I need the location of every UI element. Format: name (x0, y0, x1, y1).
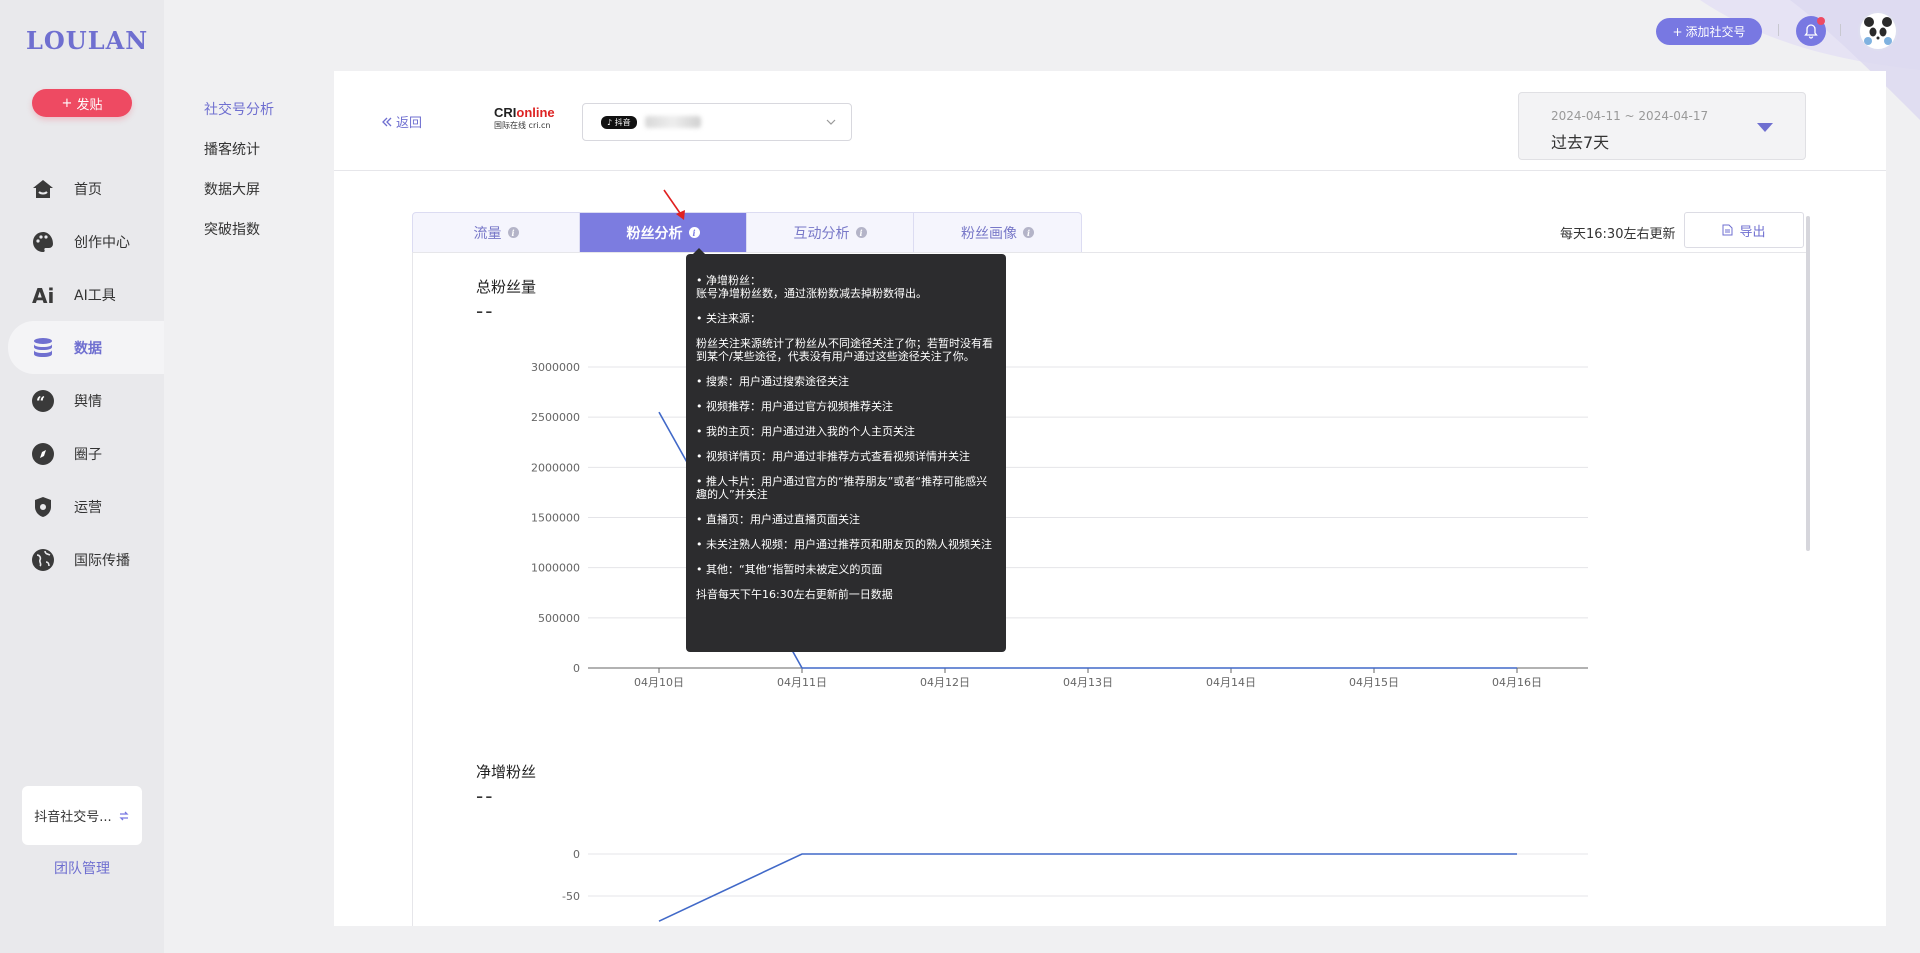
sidebar-item-label: 国际传播 (74, 552, 130, 569)
y-tick-label: -50 (562, 890, 580, 903)
palette-icon (30, 229, 56, 255)
divider (1778, 24, 1779, 36)
tooltip-line: 粉丝关注来源统计了粉丝从不同途径关注了你；若暂时没有看到某个/某些途径，代表没有… (696, 337, 993, 363)
app-logo[interactable]: LOULAN (26, 26, 148, 55)
tooltip-line: • 关注来源： (696, 312, 761, 325)
tooltip-line: • 我的主页：用户通过进入我的个人主页关注 (696, 425, 915, 438)
sidebar-item-1[interactable]: 创作中心 (0, 215, 164, 268)
fans-analysis-tooltip: • 净增粉丝： 账号净增粉丝数，通过涨粉数减去掉粉数得出。 • 关注来源： 粉丝关注来… (686, 248, 1006, 652)
main-nav: 首页创作中心 Ai AI工具数据 “ 舆情圈子运营国际传播 (0, 162, 164, 586)
tooltip-block: • 未关注熟人视频：用户通过推荐页和朋友页的熟人视频关注 (696, 538, 997, 551)
sidebar-item-label: 运营 (74, 499, 102, 516)
tooltip-line: • 搜索：用户通过搜索途径关注 (696, 375, 849, 388)
sidebar: LOULAN + 发贴 首页创作中心 Ai AI工具数据 “ 舆情圈子运营国际传播 抖音… (0, 0, 164, 953)
svg-text:Ai: Ai (32, 284, 54, 307)
analysis-panel: 返回 CRIonline 国际在线 cri.cn ♪ 抖音 2024-04-11… (334, 71, 1886, 926)
red-arrow-annotation (663, 189, 685, 220)
avatar[interactable] (1858, 11, 1898, 51)
sidebar-item-label: 圈子 (74, 446, 102, 463)
bell-icon (1804, 23, 1818, 39)
tooltip-line: • 直播页：用户通过直播页面关注 (696, 513, 860, 526)
tooltip-block: 粉丝关注来源统计了粉丝从不同途径关注了你；若暂时没有看到某个/某些途径，代表没有… (696, 337, 997, 363)
secondary-nav: 社交号分析 播客统计 数据大屏 突破指数 (204, 100, 274, 260)
sidebar-item-label: 创作中心 (74, 234, 130, 251)
post-button-label: 发贴 (76, 97, 103, 113)
panda-avatar-icon (1864, 17, 1892, 46)
sidebar-item-0[interactable]: 首页 (0, 162, 164, 215)
tooltip-block: • 视频详情页：用户通过非推荐方式查看视频详情并关注 (696, 450, 997, 463)
sidebar-item-label: 首页 (74, 181, 102, 198)
tooltip-block: • 我的主页：用户通过进入我的个人主页关注 (696, 425, 997, 438)
plus-icon: + (1672, 24, 1683, 39)
tooltip-block: • 其他：“其他”指暂时未被定义的页面 (696, 563, 997, 576)
sidebar-item-label: 数据 (74, 340, 102, 357)
tooltip-line: 抖音每天下午16:30左右更新前一日数据 (696, 588, 893, 601)
y-tick-label: 0 (573, 848, 580, 861)
home-icon (30, 176, 56, 202)
svg-text:“: “ (36, 393, 45, 412)
subnav-item-2[interactable]: 数据大屏 (204, 180, 274, 220)
tooltip-line: • 未关注熟人视频：用户通过推荐页和朋友页的熟人视频关注 (696, 538, 992, 551)
tooltip-block: • 推人卡片：用户通过官方的“推荐朋友”或者“推荐可能感兴趣的人”并关注 (696, 475, 997, 501)
plus-icon: + (61, 95, 73, 111)
tooltip-block: • 搜索：用户通过搜索途径关注 (696, 375, 997, 388)
tooltip-block: • 视频推荐：用户通过官方视频推荐关注 (696, 400, 997, 413)
compass-icon (30, 441, 56, 467)
series-line (658, 853, 1517, 922)
sidebar-item-5[interactable]: 圈子 (0, 427, 164, 480)
sidebar-item-2[interactable]: Ai AI工具 (0, 268, 164, 321)
notification-dot (1817, 17, 1825, 25)
sidebar-item-7[interactable]: 国际传播 (0, 533, 164, 586)
tooltip-line: • 推人卡片：用户通过官方的“推荐朋友”或者“推荐可能感兴趣的人”并关注 (696, 475, 988, 501)
account-name: 抖音社交号... (34, 810, 112, 825)
tooltip-block: 抖音每天下午16:30左右更新前一日数据 (696, 588, 997, 601)
add-account-label: 添加社交号 (1685, 25, 1746, 39)
tooltip-block: • 直播页：用户通过直播页面关注 (696, 513, 997, 526)
team-management-link[interactable]: 团队管理 (0, 858, 164, 878)
sidebar-item-label: 舆情 (74, 393, 102, 410)
quote-icon: “ (30, 388, 56, 414)
database-icon (30, 335, 56, 361)
tooltip-block: • 净增粉丝： 账号净增粉丝数，通过涨粉数减去掉粉数得出。 (696, 274, 997, 300)
divider (1840, 24, 1841, 36)
ai-icon: Ai (30, 282, 56, 308)
subnav-item-1[interactable]: 播客统计 (204, 140, 274, 180)
notification-button[interactable] (1796, 16, 1826, 46)
account-switcher[interactable]: 抖音社交号... (22, 786, 142, 845)
tooltip-block: • 关注来源： (696, 312, 997, 325)
tooltip-line: • 净增粉丝： (696, 274, 761, 287)
sidebar-item-4[interactable]: “ 舆情 (0, 374, 164, 427)
subnav-item-3[interactable]: 突破指数 (204, 220, 274, 260)
sidebar-item-6[interactable]: 运营 (0, 480, 164, 533)
tooltip-line: 账号净增粉丝数，通过涨粉数减去掉粉数得出。 (696, 287, 927, 300)
sidebar-item-3[interactable]: 数据 (8, 321, 164, 374)
operations-icon (30, 494, 56, 520)
tooltip-line: • 其他：“其他”指暂时未被定义的页面 (696, 563, 883, 576)
globe-icon (30, 547, 56, 573)
switch-icon (119, 811, 129, 820)
tooltip-line: • 视频推荐：用户通过官方视频推荐关注 (696, 400, 893, 413)
post-button[interactable]: + 发贴 (32, 89, 132, 117)
add-account-button[interactable]: + 添加社交号 (1656, 18, 1762, 45)
net-fans-chart: 0 -50 (562, 848, 1588, 922)
sidebar-item-label: AI工具 (74, 287, 116, 304)
tooltip-line: • 视频详情页：用户通过非推荐方式查看视频详情并关注 (696, 450, 970, 463)
subnav-item-0[interactable]: 社交号分析 (204, 100, 274, 140)
